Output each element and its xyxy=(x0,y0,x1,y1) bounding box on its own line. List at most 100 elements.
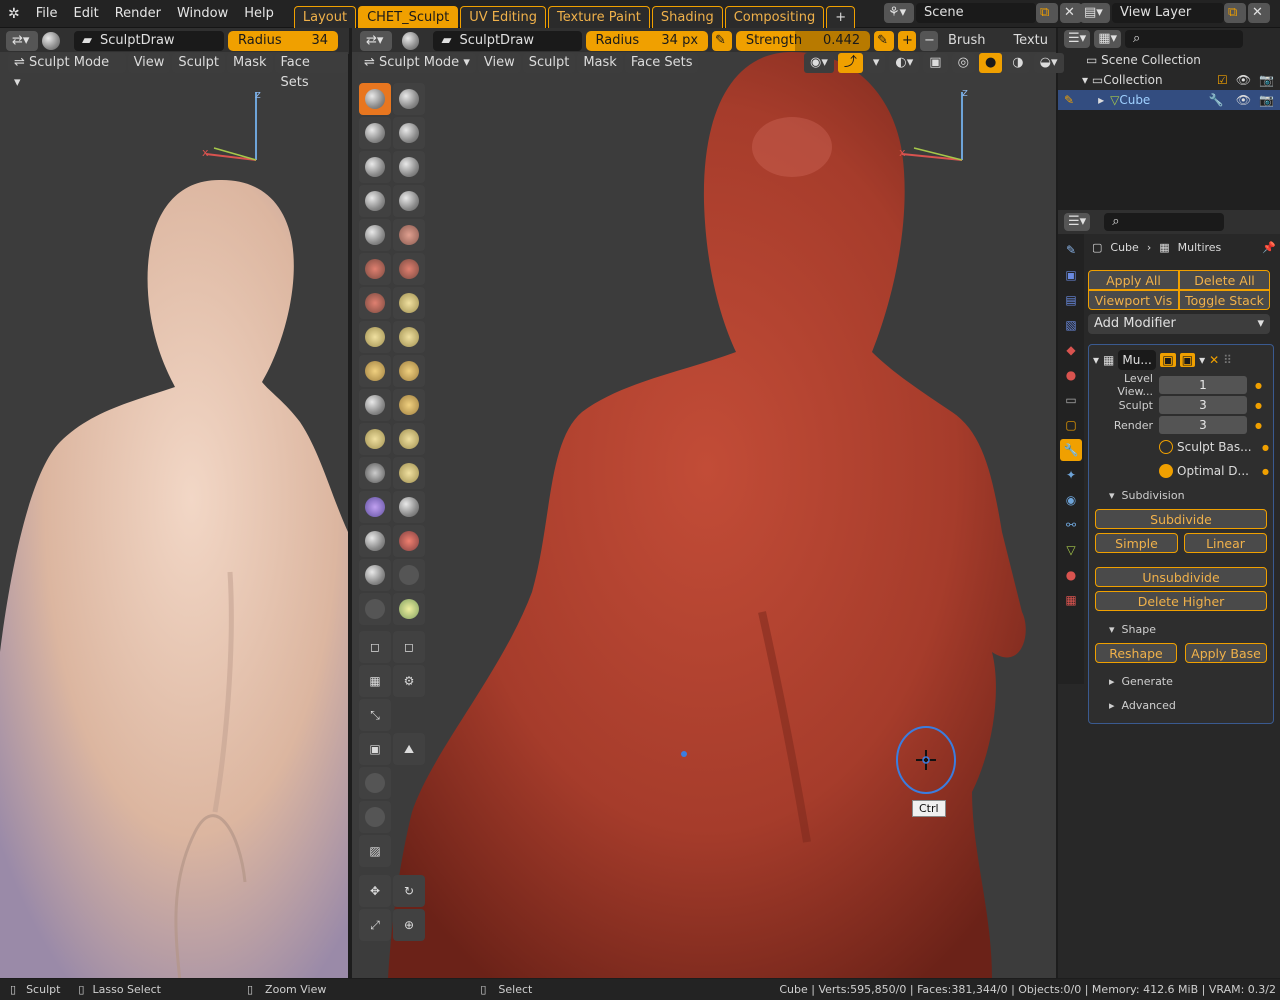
main-editor-type-icon[interactable]: ⇄▾ xyxy=(360,31,392,51)
left-menu-view[interactable]: View xyxy=(127,53,171,73)
left-menu-sculpt[interactable]: Sculpt xyxy=(172,53,226,73)
draw-face-sets-tool-icon[interactable] xyxy=(393,525,425,557)
scale-tool-icon[interactable]: ⤢ xyxy=(359,909,391,941)
grab-tool-icon[interactable] xyxy=(393,321,425,353)
draw-tool-icon[interactable] xyxy=(359,83,391,115)
data-tab-icon[interactable]: ▽ xyxy=(1060,539,1082,561)
none-tool-2-icon[interactable] xyxy=(359,593,391,625)
properties-editor-type-icon[interactable]: ☰▾ xyxy=(1064,213,1091,231)
workspace-tab-shading[interactable]: Shading xyxy=(651,5,723,28)
physics-tab-icon[interactable]: ◉ xyxy=(1060,489,1082,511)
box-face-set-tool-icon[interactable]: ▦ xyxy=(359,665,391,697)
toggle-stack-button[interactable]: Toggle Stack xyxy=(1179,290,1270,310)
brush-mode-icon[interactable]: ✎ xyxy=(1064,93,1074,107)
pin-icon[interactable]: 📌 xyxy=(1262,241,1276,254)
layer-tool-icon[interactable] xyxy=(393,151,425,183)
menu-help[interactable]: Help xyxy=(236,0,282,28)
strength-pressure-icon[interactable]: ✎ xyxy=(874,31,894,51)
wireframe-shading-icon[interactable]: ◎ xyxy=(951,53,975,73)
editor-type-icon[interactable]: ⇄▾ xyxy=(6,31,38,51)
modifier-tab-icon[interactable]: 🔧 xyxy=(1060,439,1082,461)
delete-higher-button[interactable]: Delete Higher xyxy=(1095,591,1267,611)
color-filter-tool-icon[interactable] xyxy=(359,767,391,799)
radius-pressure-icon[interactable]: ✎ xyxy=(712,31,732,51)
new-scene-icon[interactable]: ⧉ xyxy=(1036,3,1058,23)
main-brush-field[interactable]: ▰ SculptDraw xyxy=(433,31,582,51)
sculpt-level-field[interactable]: 3 xyxy=(1159,396,1247,414)
optimal-display-checkbox[interactable] xyxy=(1159,464,1173,478)
edit-face-set-tool-icon[interactable] xyxy=(359,801,391,833)
apply-base-button[interactable]: Apply Base xyxy=(1185,643,1267,663)
scrape-tool-icon[interactable] xyxy=(359,287,391,319)
simplify-tool-icon[interactable] xyxy=(393,491,425,523)
draw-sharp-tool-icon[interactable] xyxy=(393,83,425,115)
cube-camera-icon[interactable]: 📷 xyxy=(1259,93,1274,107)
cube-eye-icon[interactable]: 👁 xyxy=(1236,93,1251,107)
main-menu-view[interactable]: View xyxy=(477,53,521,73)
collapse-icon[interactable]: ▾ xyxy=(1093,353,1099,367)
simple-button[interactable]: Simple xyxy=(1095,533,1178,553)
material-shading-icon[interactable]: ◑ xyxy=(1006,53,1030,73)
crease-tool-icon[interactable] xyxy=(359,219,391,251)
advanced-section-header[interactable]: ▸ Advanced xyxy=(1093,693,1269,717)
xray-toggle-icon[interactable]: ▣ xyxy=(923,53,948,73)
solid-shading-icon[interactable]: ● xyxy=(978,53,1003,73)
visibility-icon[interactable]: ◉▾ xyxy=(804,53,834,73)
collection-camera-icon[interactable]: 📷 xyxy=(1259,73,1274,87)
outliner-search-input[interactable]: ⌕ xyxy=(1125,30,1243,48)
delete-scene-icon[interactable]: ✕ xyxy=(1060,3,1082,23)
main-menu-sculpt[interactable]: Sculpt xyxy=(522,53,576,73)
menu-file[interactable]: File xyxy=(28,0,66,28)
thumb-tool-icon[interactable] xyxy=(359,389,391,421)
add-modifier-dropdown[interactable]: Add Modifier ▾ xyxy=(1088,314,1270,334)
generate-section-header[interactable]: ▸ Generate xyxy=(1093,669,1269,693)
viewport-vis-button[interactable]: Viewport Vis xyxy=(1088,290,1179,310)
workspace-tab-uv-editing[interactable]: UV Editing xyxy=(460,5,547,28)
render-level-field[interactable]: 3 xyxy=(1159,416,1247,434)
main-mode-dropdown[interactable]: ⇌ Sculpt Mode ▾ xyxy=(358,53,476,73)
box-mask-tool-icon[interactable]: ◻ xyxy=(359,631,391,663)
outliner-filter-icon[interactable]: ▦▾ xyxy=(1094,30,1121,48)
left-menu-mask[interactable]: Mask xyxy=(227,53,273,73)
modifier-wrench-icon[interactable]: 🔧 xyxy=(1209,93,1224,107)
world-tab-icon[interactable]: ● xyxy=(1060,364,1082,386)
slide-relax-tool-icon[interactable] xyxy=(359,457,391,489)
collection-tab-icon[interactable]: ▭ xyxy=(1060,389,1082,411)
line-project-tool-icon[interactable]: ⤡ xyxy=(359,699,391,731)
properties-search-input[interactable]: ⌕ xyxy=(1104,213,1225,231)
tool-tab-icon[interactable]: ✎ xyxy=(1060,239,1082,261)
object-tab-icon[interactable]: ▢ xyxy=(1060,414,1082,436)
smooth-tool-icon[interactable] xyxy=(393,219,425,251)
workspace-tab-layout[interactable]: Layout xyxy=(293,5,357,28)
rendered-shading-icon[interactable]: ◒▾ xyxy=(1033,53,1064,73)
blob-tool-icon[interactable] xyxy=(393,185,425,217)
clay-tool-icon[interactable] xyxy=(359,117,391,149)
rotate-tool-icon[interactable] xyxy=(393,423,425,455)
left-menu-face-sets[interactable]: Face Sets xyxy=(274,53,348,90)
keyframe-dot-icon[interactable]: ● xyxy=(1255,401,1262,410)
drag-handle-icon[interactable]: ⠿ xyxy=(1223,353,1232,367)
subdivision-section-header[interactable]: ▾ Subdivision xyxy=(1093,483,1269,507)
remove-modifier-icon[interactable]: ✕ xyxy=(1209,353,1219,367)
output-tab-icon[interactable]: ▤ xyxy=(1060,289,1082,311)
cube-expand-icon[interactable]: ▸ xyxy=(1098,93,1104,107)
modifier-name-field[interactable]: Mu... xyxy=(1118,350,1157,370)
new-view-layer-icon[interactable]: ⧉ xyxy=(1224,3,1246,23)
unsubdivide-button[interactable]: Unsubdivide xyxy=(1095,567,1267,587)
menu-window[interactable]: Window xyxy=(169,0,236,28)
outliner-scene-collection[interactable]: ▭ Scene Collection xyxy=(1058,50,1280,70)
shape-section-header[interactable]: ▾ Shape xyxy=(1093,617,1269,641)
constraints-tab-icon[interactable]: ⚯ xyxy=(1060,514,1082,536)
keyframe-dot-icon[interactable]: ● xyxy=(1255,421,1262,430)
boundary-tool-icon[interactable] xyxy=(393,457,425,489)
paint-tool-icon[interactable] xyxy=(393,593,425,625)
view-layer-tab-icon[interactable]: ▧ xyxy=(1060,314,1082,336)
texture-tab-icon[interactable]: ▦ xyxy=(1060,589,1082,611)
nudge-tool-icon[interactable] xyxy=(359,423,391,455)
brush-preview-icon[interactable] xyxy=(42,32,60,50)
multires-displacement-tool-icon[interactable] xyxy=(359,559,391,591)
pinch-tool-icon[interactable] xyxy=(359,321,391,353)
workspace-tab-chet-sculpt[interactable]: CHET_Sculpt xyxy=(358,5,459,28)
collection-checkbox-icon[interactable]: ☑ xyxy=(1217,73,1228,87)
delete-view-layer-icon[interactable]: ✕ xyxy=(1248,3,1270,23)
